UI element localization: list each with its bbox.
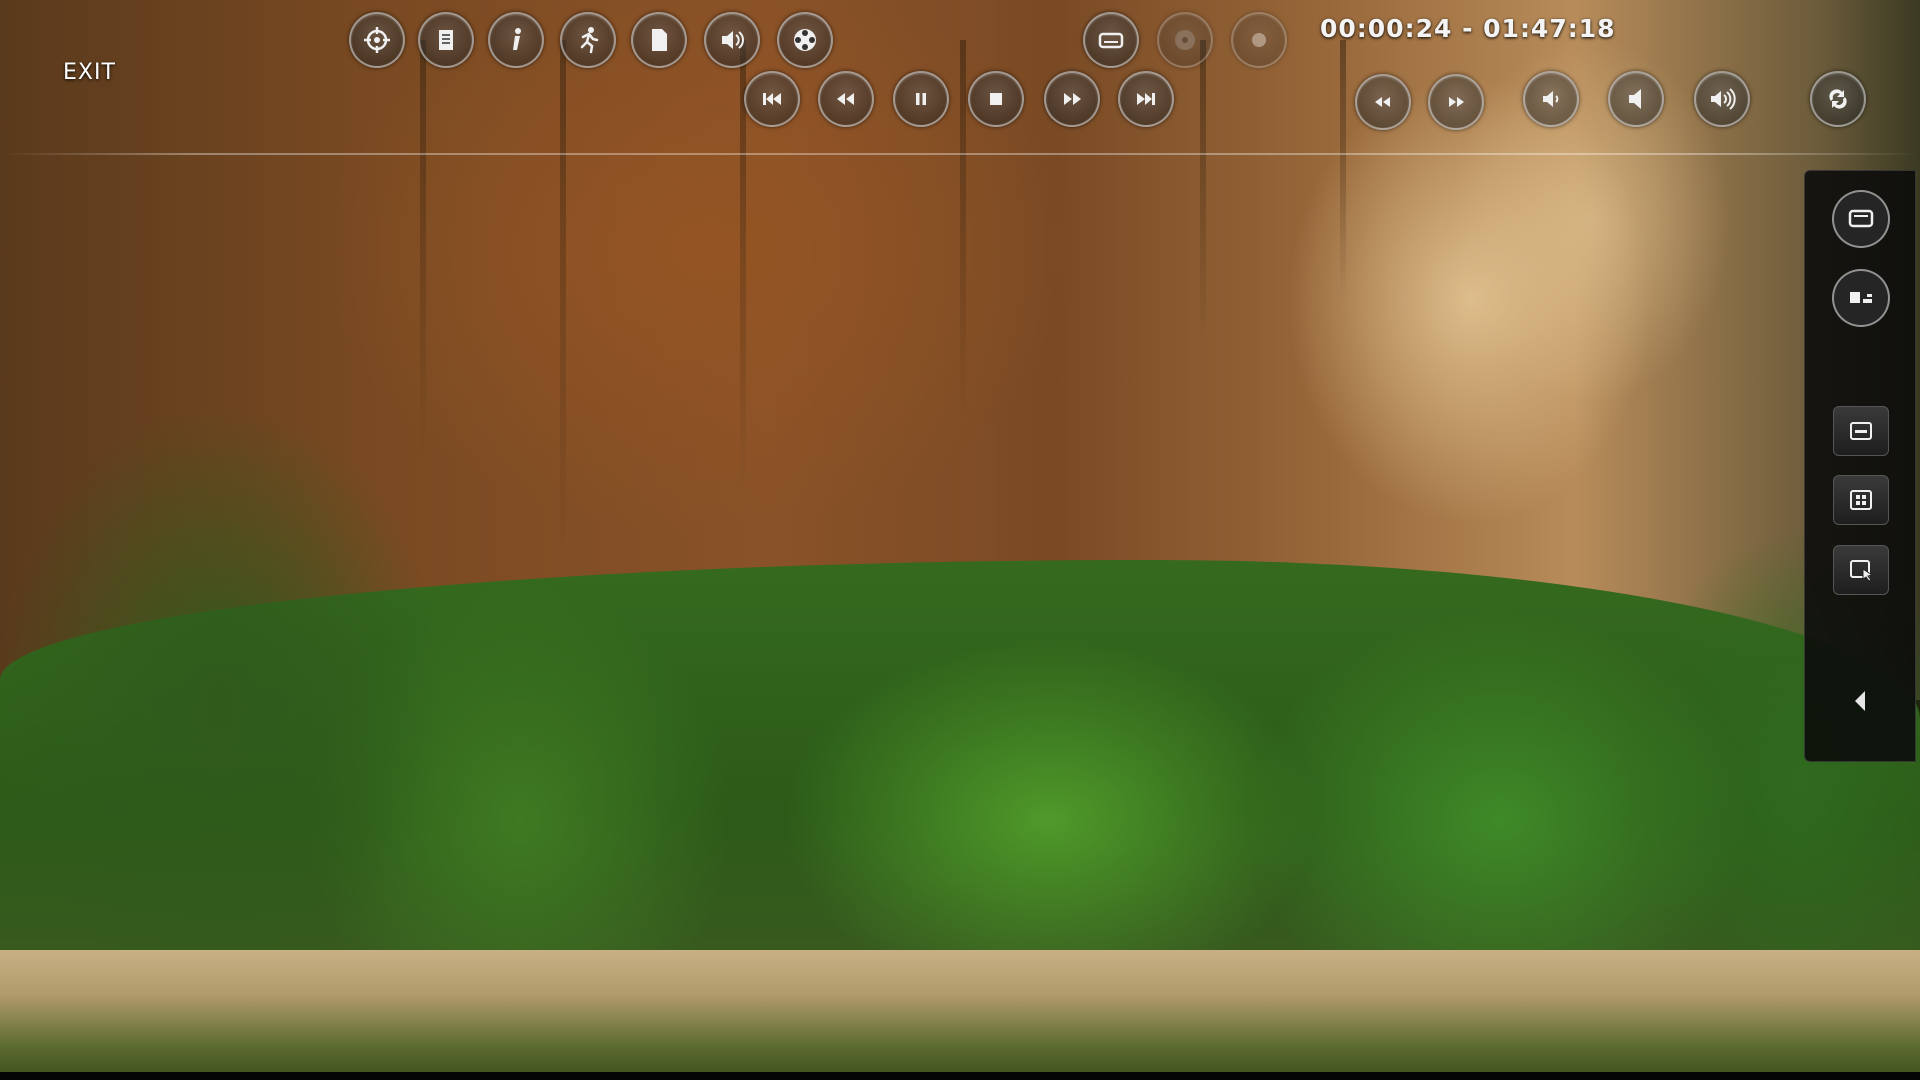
film-reel-icon: [794, 29, 816, 51]
repeat-icon: [1829, 89, 1847, 109]
skip-previous-button[interactable]: [744, 71, 800, 127]
stop-icon: [990, 93, 1002, 105]
grid-button[interactable]: [1833, 475, 1889, 525]
video-frame: [0, 0, 1920, 1080]
collapse-panel-button[interactable]: [1848, 686, 1872, 716]
step-forward-button[interactable]: [1428, 74, 1484, 130]
pause-button[interactable]: [893, 71, 949, 127]
audio-button[interactable]: [704, 12, 760, 68]
file-button[interactable]: [631, 12, 687, 68]
mute-button[interactable]: [1608, 71, 1664, 127]
step-back-icon: [1375, 97, 1390, 107]
side-panel: [1804, 170, 1916, 762]
rewind-button[interactable]: [818, 71, 874, 127]
skip-previous-icon: [763, 93, 781, 105]
volume-up-icon: [1711, 88, 1736, 110]
pointer-button[interactable]: [1833, 545, 1889, 595]
speaker-icon: [722, 31, 744, 49]
volume-down-button[interactable]: [1523, 71, 1579, 127]
target-button[interactable]: [349, 12, 405, 68]
fast-forward-icon: [1064, 93, 1081, 105]
record-button[interactable]: [1231, 12, 1287, 68]
screen-icon: [1098, 32, 1124, 49]
fast-forward-button[interactable]: [1044, 71, 1100, 127]
step-forward-icon: [1449, 97, 1464, 107]
forest-canopy: [0, 260, 1920, 1020]
running-figure-icon: [580, 27, 599, 54]
skip-next-button[interactable]: [1118, 71, 1174, 127]
chevron-left-icon: [1855, 691, 1865, 711]
seek-bar[interactable]: [0, 153, 1920, 155]
aspect-ratio-button[interactable]: [1083, 12, 1139, 68]
pip-icon: [1850, 292, 1872, 303]
film-reel-button[interactable]: [777, 12, 833, 68]
repeat-button[interactable]: [1810, 71, 1866, 127]
stop-button[interactable]: [968, 71, 1024, 127]
file-icon: [652, 29, 667, 51]
info-icon: [513, 28, 521, 50]
letterbox-bar: [0, 1072, 1920, 1080]
minimize-icon: [1850, 422, 1872, 440]
step-back-button[interactable]: [1355, 74, 1411, 130]
disc-icon: [1175, 30, 1195, 50]
pause-icon: [916, 93, 926, 105]
screen-icon: [1848, 209, 1874, 228]
info-button[interactable]: [488, 12, 544, 68]
rewind-icon: [837, 93, 854, 105]
cursor-icon: [1850, 560, 1874, 582]
volume-down-icon: [1543, 91, 1559, 107]
time-display: 00:00:24 - 01:47:18: [1320, 14, 1616, 43]
effects-button[interactable]: [560, 12, 616, 68]
exit-button[interactable]: EXIT: [63, 60, 116, 85]
playlist-button[interactable]: [418, 12, 474, 68]
document-icon: [439, 30, 453, 50]
record-icon: [1252, 33, 1266, 47]
ground: [0, 950, 1920, 1080]
minimize-button[interactable]: [1833, 406, 1889, 456]
disc-button[interactable]: [1157, 12, 1213, 68]
crosshair-icon: [364, 27, 390, 53]
skip-next-icon: [1137, 93, 1155, 105]
grid-icon: [1850, 490, 1872, 510]
volume-up-button[interactable]: [1694, 71, 1750, 127]
fullscreen-button[interactable]: [1832, 190, 1890, 248]
picture-in-picture-button[interactable]: [1832, 269, 1890, 327]
mute-icon: [1629, 89, 1641, 109]
